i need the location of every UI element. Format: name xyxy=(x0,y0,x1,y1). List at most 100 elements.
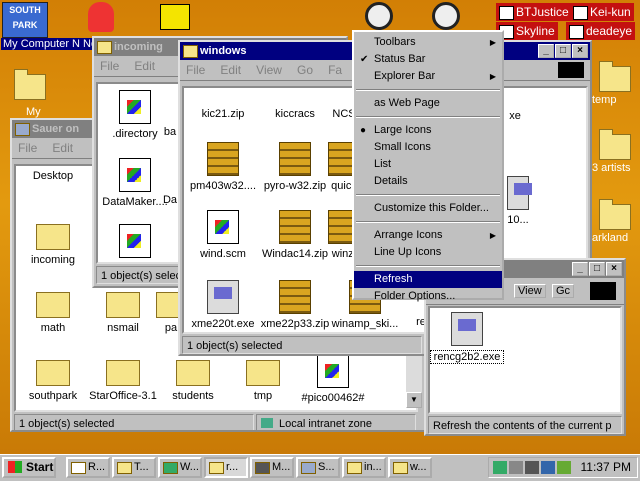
scroll-down-button[interactable]: ▼ xyxy=(406,392,422,408)
taskbar-button-3[interactable]: W... xyxy=(158,457,202,478)
smiley-icon[interactable] xyxy=(160,4,190,30)
menu-item-large-icons[interactable]: ● Large Icons xyxy=(354,122,502,139)
menu-file[interactable]: File xyxy=(100,59,119,73)
menu-item-explorer-bar[interactable]: Explorer Bar ▶ xyxy=(354,68,502,85)
menu-item-small-icons[interactable]: Small Icons xyxy=(354,139,502,156)
menu-go[interactable]: Gc xyxy=(552,284,575,298)
network-icon[interactable] xyxy=(493,461,507,474)
windows-flag-icon xyxy=(8,461,22,473)
user-icon xyxy=(569,25,584,39)
file-incoming[interactable]: incoming xyxy=(16,218,90,266)
desktop-icon-arkland[interactable]: arkland xyxy=(592,199,638,244)
user-badge-btjustice[interactable]: BTJustice xyxy=(496,3,572,21)
menu-edit[interactable]: Edit xyxy=(52,141,73,155)
app-icon xyxy=(163,462,178,474)
file-pyro-w32[interactable]: pyro-w32.zip xyxy=(258,142,332,192)
desktop-icon-my-computer[interactable]: My Computer xyxy=(1,38,72,50)
file-students[interactable]: students xyxy=(156,354,230,402)
file-southpark[interactable]: southpark xyxy=(16,354,90,402)
user-badge-kei-kun[interactable]: Kei-kun xyxy=(570,3,634,21)
file-staroffice[interactable]: StarOffice-3.1 xyxy=(86,354,160,402)
file-kic21[interactable]: kic21.zip xyxy=(186,90,260,120)
monitor-icon[interactable] xyxy=(541,461,555,474)
toolbars-label: Toolbars xyxy=(374,36,416,48)
south-park-logo[interactable]: SOUTH PARK xyxy=(2,2,48,38)
window-small-content: rencg2b2.exe xyxy=(428,306,622,414)
menu-edit[interactable]: Edit xyxy=(134,59,155,73)
file-da[interactable]: Da xyxy=(160,158,180,206)
file-tmp[interactable]: tmp xyxy=(226,354,300,402)
desktop-icon-3-artists[interactable]: 3 artists xyxy=(592,129,638,174)
menu-favorites[interactable]: Fa xyxy=(328,63,342,77)
taskbar-button-8[interactable]: w... xyxy=(388,457,432,478)
taskbar-button-4[interactable]: r... xyxy=(204,457,248,478)
customize-folder-label: Customize this Folder... xyxy=(374,202,489,214)
menu-item-as-web-page[interactable]: as Web Page xyxy=(354,95,502,112)
menu-view[interactable]: View xyxy=(514,284,546,298)
volume-icon[interactable] xyxy=(525,461,539,474)
shield-icon[interactable] xyxy=(509,461,523,474)
file-kiccracs[interactable]: kiccracs xyxy=(258,90,332,120)
menu-item-line-up-icons[interactable]: Line Up Icons xyxy=(354,244,502,261)
taskbar-button-5[interactable]: M... xyxy=(250,457,294,478)
partial-10-label: 10... xyxy=(507,214,529,226)
menu-view[interactable]: View xyxy=(256,63,282,77)
menu-item-refresh[interactable]: Refresh xyxy=(354,271,502,288)
file-partial-10[interactable]: 10... xyxy=(500,176,536,226)
clock[interactable]: 11:37 PM xyxy=(581,458,631,477)
minimize-button[interactable]: _ xyxy=(572,262,588,276)
computer-icon xyxy=(301,462,316,474)
minimize-button[interactable]: _ xyxy=(538,44,554,58)
cartman-icon[interactable] xyxy=(88,2,114,32)
file-math[interactable]: math xyxy=(16,286,90,334)
menu-item-details[interactable]: Details xyxy=(354,173,502,190)
file-cd[interactable] xyxy=(98,224,172,262)
file-wind-scm[interactable]: wind.scm xyxy=(186,210,260,260)
start-button[interactable]: Start xyxy=(2,457,56,478)
quake-logo-icon-2[interactable] xyxy=(432,2,460,30)
file-rencg2b2[interactable]: rencg2b2.exe xyxy=(430,312,504,364)
taskbar-button-1[interactable]: R... xyxy=(66,457,110,478)
file-nsmail[interactable]: nsmail xyxy=(86,286,160,334)
user-badge-deadeye[interactable]: deadeye xyxy=(566,22,636,40)
small-icons-label: Small Icons xyxy=(374,141,431,153)
file-desktop[interactable]: Desktop xyxy=(16,170,90,182)
vertical-scrollbar[interactable]: ▼ xyxy=(406,356,422,408)
file-ba[interactable]: ba xyxy=(160,90,180,138)
file-windac14[interactable]: Windac14.zip xyxy=(258,210,332,260)
taskbar-button-7[interactable]: in... xyxy=(342,457,386,478)
file-pico[interactable]: #pico00462# xyxy=(296,354,370,404)
wind-scm-label: wind.scm xyxy=(200,248,246,260)
menu-item-arrange-icons[interactable]: Arrange Icons ▶ xyxy=(354,227,502,244)
menu-item-folder-options[interactable]: Folder Options... xyxy=(354,288,502,305)
user-badge-skyline[interactable]: Skyline xyxy=(496,22,558,40)
taskbar-button-2[interactable]: T... xyxy=(112,457,156,478)
desktop-icon-temp[interactable]: temp xyxy=(592,61,638,106)
file-xme22p33[interactable]: xme22p33.zip xyxy=(258,280,332,330)
folder-icon xyxy=(117,462,132,474)
menu-item-list[interactable]: List xyxy=(354,156,502,173)
quake-logo-icon[interactable] xyxy=(365,2,393,30)
as-web-page-label: as Web Page xyxy=(374,97,440,109)
file-partial-xe[interactable]: xe xyxy=(500,110,530,122)
menu-go[interactable]: Go xyxy=(297,63,313,77)
maximize-button[interactable]: □ xyxy=(555,44,571,58)
menu-item-status-bar[interactable]: ✔ Status Bar xyxy=(354,51,502,68)
folder-icon xyxy=(36,360,70,386)
close-button[interactable]: × xyxy=(606,262,622,276)
deadeye-label: deadeye xyxy=(586,24,633,38)
menu-file[interactable]: File xyxy=(186,63,205,77)
file-xme220t[interactable]: xme220t.exe xyxy=(186,280,260,330)
file-pm403w32[interactable]: pm403w32.... xyxy=(186,142,260,192)
math-label: math xyxy=(40,322,66,334)
app-tray-icon[interactable] xyxy=(557,461,571,474)
menu-item-customize-folder[interactable]: Customize this Folder... xyxy=(354,200,502,217)
desktop-icon-my-documents[interactable]: My xyxy=(10,69,50,118)
menu-edit[interactable]: Edit xyxy=(220,63,241,77)
menu-file[interactable]: File xyxy=(18,141,37,155)
maximize-button[interactable]: □ xyxy=(589,262,605,276)
menu-item-toolbars[interactable]: Toolbars ▶ xyxy=(354,34,502,51)
close-button[interactable]: × xyxy=(572,44,588,58)
details-label: Details xyxy=(374,175,408,187)
taskbar-button-6[interactable]: S... xyxy=(296,457,340,478)
